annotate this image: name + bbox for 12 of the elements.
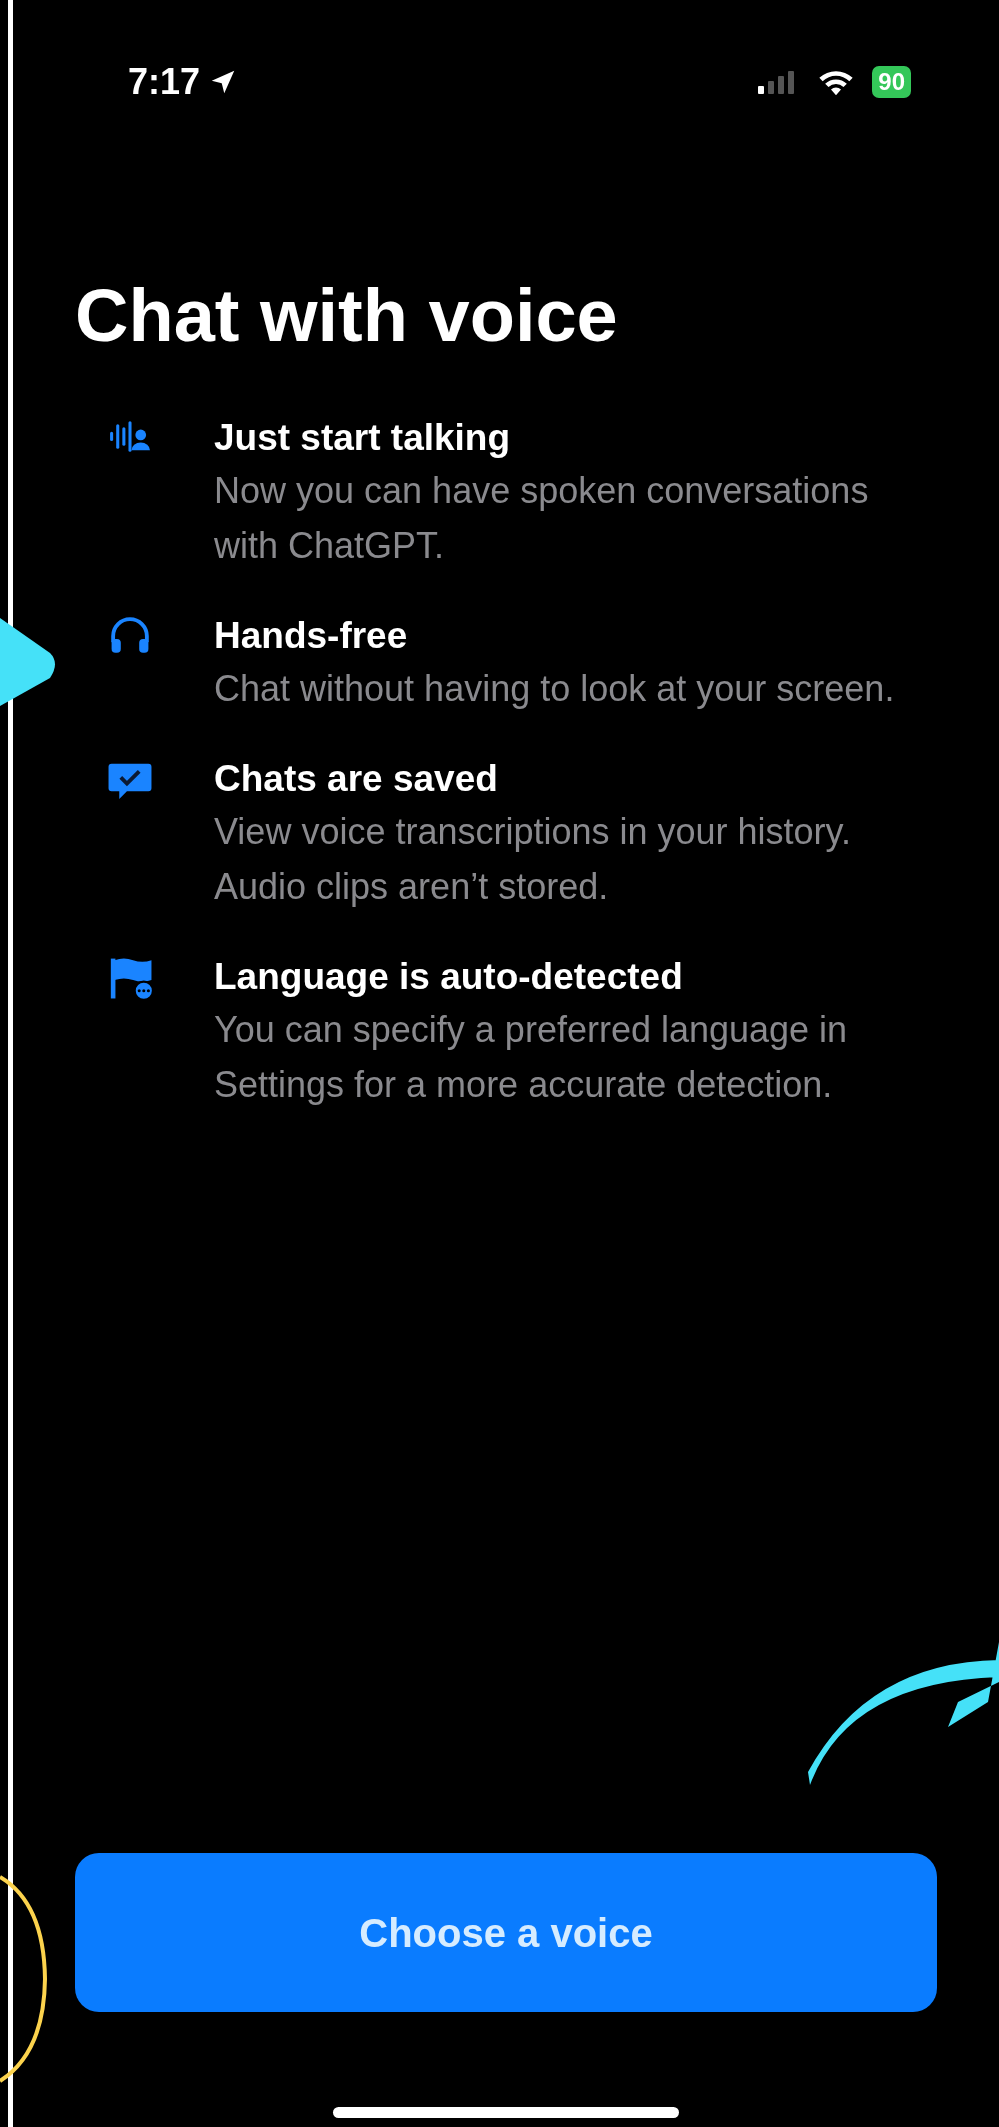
feature-title: Hands-free [214, 614, 409, 658]
feature-description: Now you can have spoken conversations with ChatGPT. [214, 469, 870, 568]
feature-title: Just start talking [214, 416, 512, 460]
choose-voice-button[interactable]: Choose a voice [75, 1853, 937, 2012]
feature-description: You can specify a preferred language in Settings for a more accurate detection. [214, 1008, 849, 1107]
feature-description: Chat without having to look at your screen. [214, 667, 896, 711]
page-title: Chat with voice [75, 273, 619, 359]
battery-indicator: 90 [872, 66, 911, 98]
feature-title: Language is auto-detected [214, 955, 684, 999]
feature-description: View voice transcriptions in your history. Audio clips aren’t stored. [214, 810, 852, 909]
feature-title: Chats are saved [214, 757, 499, 801]
status-time: 7:17 [128, 60, 201, 104]
